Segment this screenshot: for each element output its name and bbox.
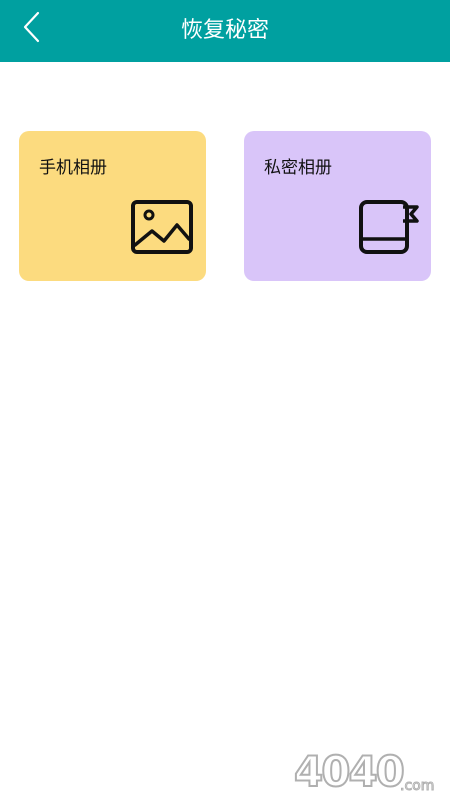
- app-header: 恢复秘密: [0, 0, 450, 62]
- private-album-label: 私密相册: [264, 158, 332, 178]
- phone-album-card[interactable]: 手机相册: [19, 131, 206, 281]
- private-album-card[interactable]: 私密相册: [244, 131, 431, 281]
- phone-album-label: 手机相册: [39, 158, 107, 178]
- page-title: 恢复秘密: [180, 18, 269, 43]
- watermark-suffix: .com: [400, 778, 434, 792]
- book-bookmark-icon: [359, 200, 419, 254]
- image-icon: [131, 200, 193, 254]
- watermark-text: 4040: [294, 748, 404, 792]
- watermark-logo: 4040 .com: [293, 748, 435, 792]
